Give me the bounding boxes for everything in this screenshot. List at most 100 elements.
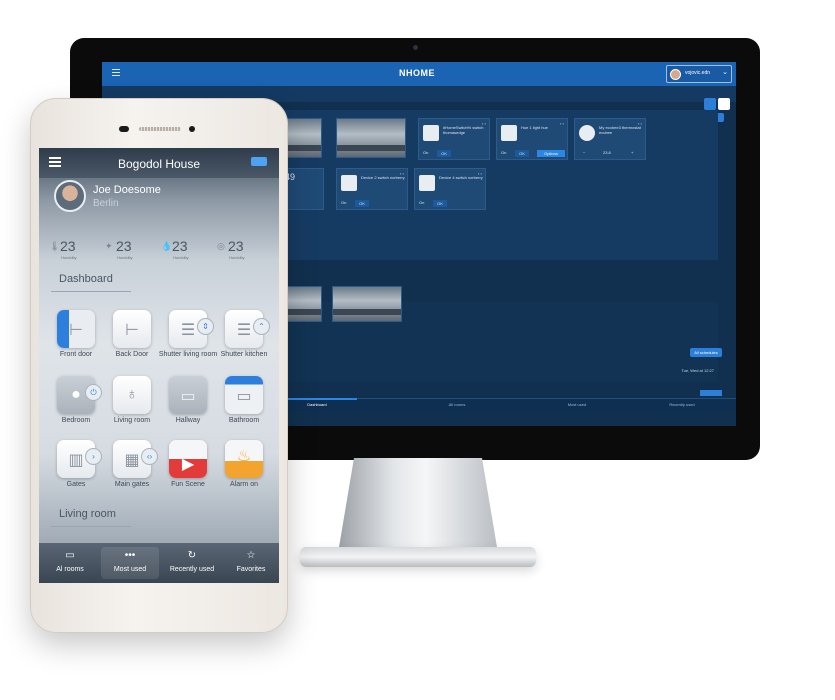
panel-icon: ▭	[169, 376, 207, 414]
chevron-right-icon[interactable]: ›	[85, 448, 102, 465]
mobile-header: Bogodol House	[39, 148, 279, 178]
door-icon: ⊢	[57, 310, 95, 348]
decrease-button[interactable]: −	[583, 150, 585, 155]
tile-back-door[interactable]: ⊢ Back Door	[103, 310, 161, 372]
device-card[interactable]: ▪ ▪ Device 2 switch norberry On OK	[336, 168, 408, 210]
ok-button[interactable]: OK	[515, 150, 529, 157]
monitor-stand-base	[300, 547, 536, 567]
device-card[interactable]: ▪ ▪ Hue 1 light hue On OK Options	[496, 118, 568, 160]
camera-thumbnail[interactable]	[336, 118, 406, 158]
tile-fun-scene[interactable]: ▶ Fun Scene	[159, 440, 217, 502]
stat-value: 23	[228, 238, 244, 254]
nav-label: Al rooms	[56, 566, 84, 573]
stat-label: Humidity	[173, 255, 189, 260]
history-icon: ↻	[187, 550, 197, 561]
temperature-value: 23.8	[603, 150, 611, 155]
chevron-down-icon: ⌄	[722, 69, 728, 76]
rooms-icon: ▭	[65, 550, 75, 561]
adjust-icon[interactable]: ⇕	[197, 318, 214, 335]
camera-thumbnail[interactable]	[282, 118, 322, 158]
card-text: My ecobee3 thermostat ecobee	[599, 125, 641, 135]
device-card[interactable]: ▪ ▪ #HomeSwitch% switch thomasedge On OK	[418, 118, 490, 160]
status-badge[interactable]	[251, 157, 267, 166]
tile-label: Alarm on	[229, 481, 258, 488]
user-name: Joe Doesome	[93, 184, 161, 196]
thermometer-icon: 🌡	[49, 241, 61, 251]
hamburger-menu-icon[interactable]	[49, 157, 61, 169]
tile-bedroom[interactable]: ● ⏻ Bedroom	[47, 376, 105, 438]
tab-all-rooms[interactable]: All rooms	[392, 402, 522, 407]
tile-alarm-on[interactable]: ♨ Alarm on	[215, 440, 273, 502]
thermostat-card[interactable]: ▪ ▪ My ecobee3 thermostat ecobee − 23.8 …	[574, 118, 646, 160]
stat-label: Humidity	[117, 255, 133, 260]
slide-arrows-icon[interactable]: ‹›	[141, 448, 158, 465]
speaker-grille	[139, 127, 181, 131]
play-icon: ▶	[169, 440, 207, 478]
device-card[interactable]: ▪ ▪ Device 4 switch norberry On OK	[414, 168, 486, 210]
tile-shutter-living-room[interactable]: ☰ ⇕ Shutter living room	[159, 310, 217, 372]
small-action-button[interactable]	[700, 390, 722, 396]
star-icon: ☆	[246, 550, 256, 561]
front-camera-icon	[119, 126, 129, 132]
increase-button[interactable]: +	[631, 150, 633, 155]
home-view-icon[interactable]	[718, 98, 730, 110]
hamburger-menu-icon[interactable]	[112, 69, 120, 77]
tile-front-door[interactable]: ⊢ Front door	[47, 310, 105, 372]
nav-al-rooms[interactable]: ▭ Al rooms	[41, 547, 99, 579]
sun-icon: ✦	[105, 241, 113, 251]
composite-device-mockup: NHOME vojovic.edn ⌄ Adjust ▪ ▪ #HomeSwit…	[0, 0, 835, 700]
ok-button[interactable]: OK	[355, 200, 369, 207]
switch-icon	[419, 175, 435, 191]
on-label: On	[419, 200, 425, 205]
user-profile[interactable]: Joe Doesome Berlin	[51, 180, 271, 224]
window-icon: ▭	[225, 376, 263, 414]
card-text: #HomeSwitch% switch thomasedge	[443, 125, 484, 135]
nav-favorites[interactable]: ☆ Favorites	[223, 547, 279, 579]
user-name: vojovic.edn	[685, 70, 711, 76]
thermostat-icon	[579, 125, 595, 141]
user-city: Berlin	[93, 198, 119, 209]
all-schedules-button[interactable]: All schedules	[690, 348, 722, 357]
nav-label: Favorites	[236, 566, 266, 573]
user-menu-button[interactable]: vojovic.edn ⌄	[666, 65, 732, 83]
light-icon	[501, 125, 517, 141]
chevron-up-icon[interactable]: ⌃	[253, 318, 270, 335]
target-icon: ◎	[217, 241, 225, 251]
switch-icon	[341, 175, 357, 191]
stat-value: 23	[116, 238, 132, 254]
on-label: On	[341, 200, 347, 205]
camera-thumbnail[interactable]	[332, 286, 402, 322]
tile-living-room[interactable]: ♁ Living room	[103, 376, 161, 438]
ok-button[interactable]: OK	[433, 200, 447, 207]
tile-hallway[interactable]: ▭ Hallway	[159, 376, 217, 438]
active-tab-indicator	[282, 398, 357, 400]
nav-recently-used[interactable]: ↻ Recently used	[161, 547, 223, 579]
ok-button[interactable]: OK	[437, 150, 451, 157]
section-title-living-room: Living room	[59, 508, 116, 520]
section-title-dashboard: Dashboard	[59, 273, 113, 285]
on-label: On	[501, 150, 507, 155]
camera-thumbnail[interactable]	[282, 286, 322, 322]
on-label: On	[423, 150, 429, 155]
dots-icon: •••	[124, 550, 136, 561]
tile-shutter-kitchen[interactable]: ☰ ⌃ Shutter kitchen	[215, 310, 273, 372]
stat-temperature: 🌡 23 Humidity	[49, 238, 101, 266]
stat-label: Humidity	[61, 255, 77, 260]
house-title: Bogodol House	[117, 157, 201, 171]
options-button[interactable]: Options	[537, 150, 565, 157]
avatar	[670, 69, 681, 80]
tab-recently-used[interactable]: Recently used	[632, 402, 732, 407]
sensor-icon	[189, 126, 195, 132]
tab-most-used[interactable]: Most used	[512, 402, 642, 407]
grid-view-icon[interactable]	[704, 98, 716, 110]
sensor-card[interactable]: 49	[282, 168, 324, 210]
avatar	[54, 180, 86, 212]
power-icon[interactable]: ⏻	[85, 384, 102, 401]
nav-most-used[interactable]: ••• Most used	[101, 547, 159, 579]
nav-label: Recently used	[169, 566, 215, 573]
tile-gates[interactable]: ▥ › Gates	[47, 440, 105, 502]
stat-value: 23	[60, 238, 76, 254]
stat-label: Humidity	[229, 255, 245, 260]
tile-bathroom[interactable]: ▭ Bathroom	[215, 376, 273, 438]
tile-main-gates[interactable]: ▦ ‹› Main gates	[103, 440, 161, 502]
